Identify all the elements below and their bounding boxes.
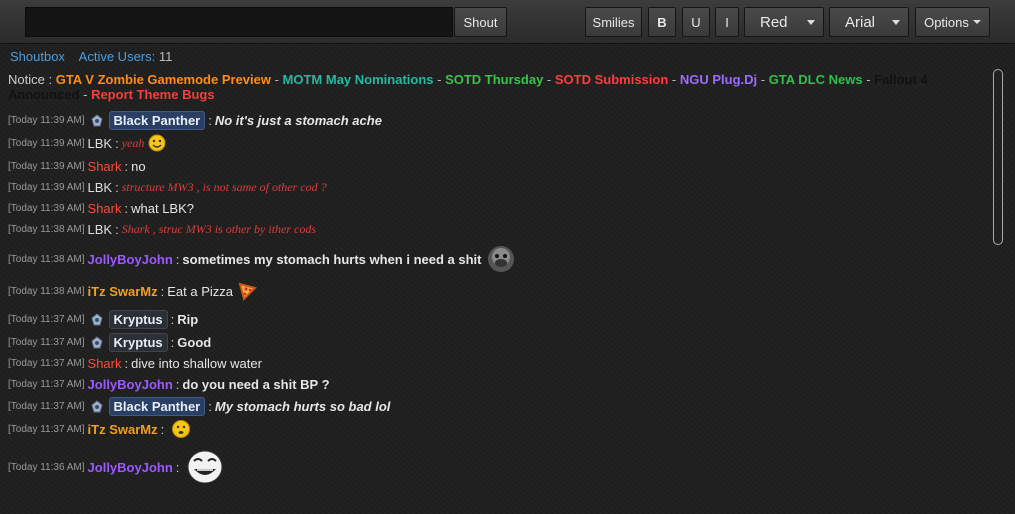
chat-message: [Today 11:37 AM] iTz SwarMz : bbox=[8, 419, 191, 439]
message-text: sometimes my stomach hurts when i need a… bbox=[182, 251, 482, 267]
chevron-down-icon bbox=[807, 20, 815, 25]
chat-message: [Today 11:37 AM] Black Panther : My stom… bbox=[8, 397, 391, 416]
username[interactable]: LBK bbox=[88, 222, 113, 237]
troll-face-icon bbox=[187, 450, 223, 484]
timestamp: [Today 11:37 AM] bbox=[8, 337, 85, 348]
message-text: No it's just a stomach ache bbox=[214, 113, 382, 128]
chat-message: [Today 11:37 AM] Shark : dive into shall… bbox=[8, 356, 262, 371]
worried-face-icon bbox=[172, 420, 191, 438]
chat-message: [Today 11:39 AM] LBK : yeah bbox=[8, 134, 166, 152]
staff-rank-icon bbox=[90, 335, 103, 348]
shoutbox-tabs: Shoutbox Active Users: 11 bbox=[10, 49, 172, 64]
message-text: yeah bbox=[121, 135, 145, 150]
username[interactable]: Shark bbox=[88, 159, 122, 174]
message-text: Eat a Pizza bbox=[167, 283, 233, 299]
staff-rank-icon bbox=[90, 312, 103, 325]
message-text: dive into shallow water bbox=[131, 356, 262, 371]
username[interactable]: JollyBoyJohn bbox=[88, 460, 173, 475]
chat-message: [Today 11:39 AM] Shark : no bbox=[8, 159, 146, 174]
username[interactable]: Shark bbox=[88, 356, 122, 371]
notice-link[interactable]: GTA V Zombie Gamemode Preview bbox=[56, 72, 271, 87]
message-text: structure MW3 , is not same of other cod… bbox=[121, 180, 327, 194]
chat-message: [Today 11:39 AM] Shark : what LBK? bbox=[8, 201, 194, 216]
notice-label: Notice : bbox=[8, 72, 53, 87]
chat-message: [Today 11:37 AM] Kryptus : Good bbox=[8, 333, 212, 352]
chevron-down-icon bbox=[972, 20, 981, 24]
username[interactable]: Black Panther bbox=[108, 397, 206, 416]
username[interactable]: iTz SwarMz bbox=[88, 284, 158, 299]
message-text: no bbox=[131, 159, 146, 174]
chat-message: [Today 11:36 AM] JollyBoyJohn : bbox=[8, 449, 224, 485]
timestamp: [Today 11:37 AM] bbox=[8, 314, 85, 325]
timestamp: [Today 11:37 AM] bbox=[8, 423, 85, 435]
chevron-down-icon bbox=[892, 20, 900, 25]
username[interactable]: iTz SwarMz bbox=[88, 422, 158, 437]
timestamp: [Today 11:37 AM] bbox=[8, 401, 85, 412]
chat-message: [Today 11:39 AM] Black Panther : No it's… bbox=[8, 111, 382, 130]
staff-rank-icon bbox=[90, 399, 103, 412]
color-select[interactable]: Red bbox=[744, 7, 824, 37]
options-button[interactable]: Options bbox=[915, 7, 990, 37]
timestamp: [Today 11:38 AM] bbox=[8, 253, 85, 265]
chat-message: [Today 11:38 AM] iTz SwarMz : Eat a Pizz… bbox=[8, 281, 257, 301]
underline-button[interactable]: U bbox=[682, 7, 710, 37]
options-label: Options bbox=[924, 14, 969, 30]
notice-link[interactable]: SOTD Thursday bbox=[445, 72, 543, 87]
pizza-icon bbox=[238, 282, 257, 301]
timestamp: [Today 11:39 AM] bbox=[8, 115, 85, 126]
font-select-value: Arial bbox=[845, 13, 876, 31]
username[interactable]: JollyBoyJohn bbox=[88, 252, 173, 267]
chat-message: [Today 11:38 AM] LBK : Shark , struc MW3… bbox=[8, 222, 317, 237]
timestamp: [Today 11:38 AM] bbox=[8, 285, 85, 297]
chat-message: [Today 11:37 AM] JollyBoyJohn : do you n… bbox=[8, 377, 330, 392]
notice-bar: Notice : GTA V Zombie Gamemode Preview -… bbox=[8, 72, 928, 102]
color-select-value: Red bbox=[760, 13, 788, 31]
username[interactable]: JollyBoyJohn bbox=[88, 377, 173, 392]
scrollbar-thumb[interactable] bbox=[993, 69, 1003, 245]
gorilla-face-icon bbox=[487, 246, 514, 272]
timestamp: [Today 11:39 AM] bbox=[8, 203, 85, 214]
username[interactable]: Kryptus bbox=[108, 333, 168, 352]
shoutbox-toolbar: Shout Smilies B U I Red Arial Options bbox=[0, 0, 1015, 44]
message-text: Rip bbox=[177, 312, 199, 327]
chat-log[interactable]: Notice : GTA V Zombie Gamemode Preview -… bbox=[8, 70, 986, 510]
timestamp: [Today 11:39 AM] bbox=[8, 182, 85, 193]
timestamp: [Today 11:39 AM] bbox=[8, 137, 85, 149]
message-text: Good bbox=[177, 335, 212, 350]
timestamp: [Today 11:36 AM] bbox=[8, 461, 85, 473]
notice-link[interactable]: NGU Plug.Dj bbox=[680, 72, 757, 87]
message-text: do you need a shit BP ? bbox=[182, 377, 330, 392]
timestamp: [Today 11:37 AM] bbox=[8, 358, 85, 369]
message-text: what LBK? bbox=[131, 201, 194, 216]
chat-message: [Today 11:39 AM] LBK : structure MW3 , i… bbox=[8, 180, 327, 195]
timestamp: [Today 11:37 AM] bbox=[8, 379, 85, 390]
message-text: My stomach hurts so bad lol bbox=[214, 399, 391, 414]
notice-link[interactable]: Report Theme Bugs bbox=[91, 87, 215, 102]
notice-link[interactable]: GTA DLC News bbox=[769, 72, 863, 87]
chat-message: [Today 11:37 AM] Kryptus : Rip bbox=[8, 310, 199, 329]
message-text: Shark , struc MW3 is other by ither cods bbox=[121, 222, 317, 236]
timestamp: [Today 11:39 AM] bbox=[8, 161, 85, 172]
smiley-icon bbox=[148, 134, 166, 152]
active-users-link[interactable]: Active Users: bbox=[79, 49, 156, 64]
shout-input[interactable] bbox=[25, 7, 453, 37]
username[interactable]: Black Panther bbox=[108, 111, 206, 130]
notice-link[interactable]: SOTD Submission bbox=[555, 72, 668, 87]
username[interactable]: LBK bbox=[88, 180, 113, 195]
chat-scrollbar[interactable] bbox=[993, 69, 1005, 509]
username[interactable]: Shark bbox=[88, 201, 122, 216]
font-select[interactable]: Arial bbox=[829, 7, 909, 37]
smilies-button[interactable]: Smilies bbox=[585, 7, 642, 37]
timestamp: [Today 11:38 AM] bbox=[8, 224, 85, 235]
active-users-count: 11 bbox=[158, 49, 173, 64]
notice-link[interactable]: MOTM May Nominations bbox=[283, 72, 434, 87]
username[interactable]: Kryptus bbox=[108, 310, 168, 329]
bold-button[interactable]: B bbox=[648, 7, 676, 37]
shout-button[interactable]: Shout bbox=[454, 7, 507, 37]
tab-shoutbox[interactable]: Shoutbox bbox=[10, 49, 65, 64]
italic-button[interactable]: I bbox=[715, 7, 739, 37]
username[interactable]: LBK bbox=[88, 136, 113, 151]
chat-message: [Today 11:38 AM] JollyBoyJohn : sometime… bbox=[8, 244, 516, 274]
staff-rank-icon bbox=[90, 113, 103, 126]
